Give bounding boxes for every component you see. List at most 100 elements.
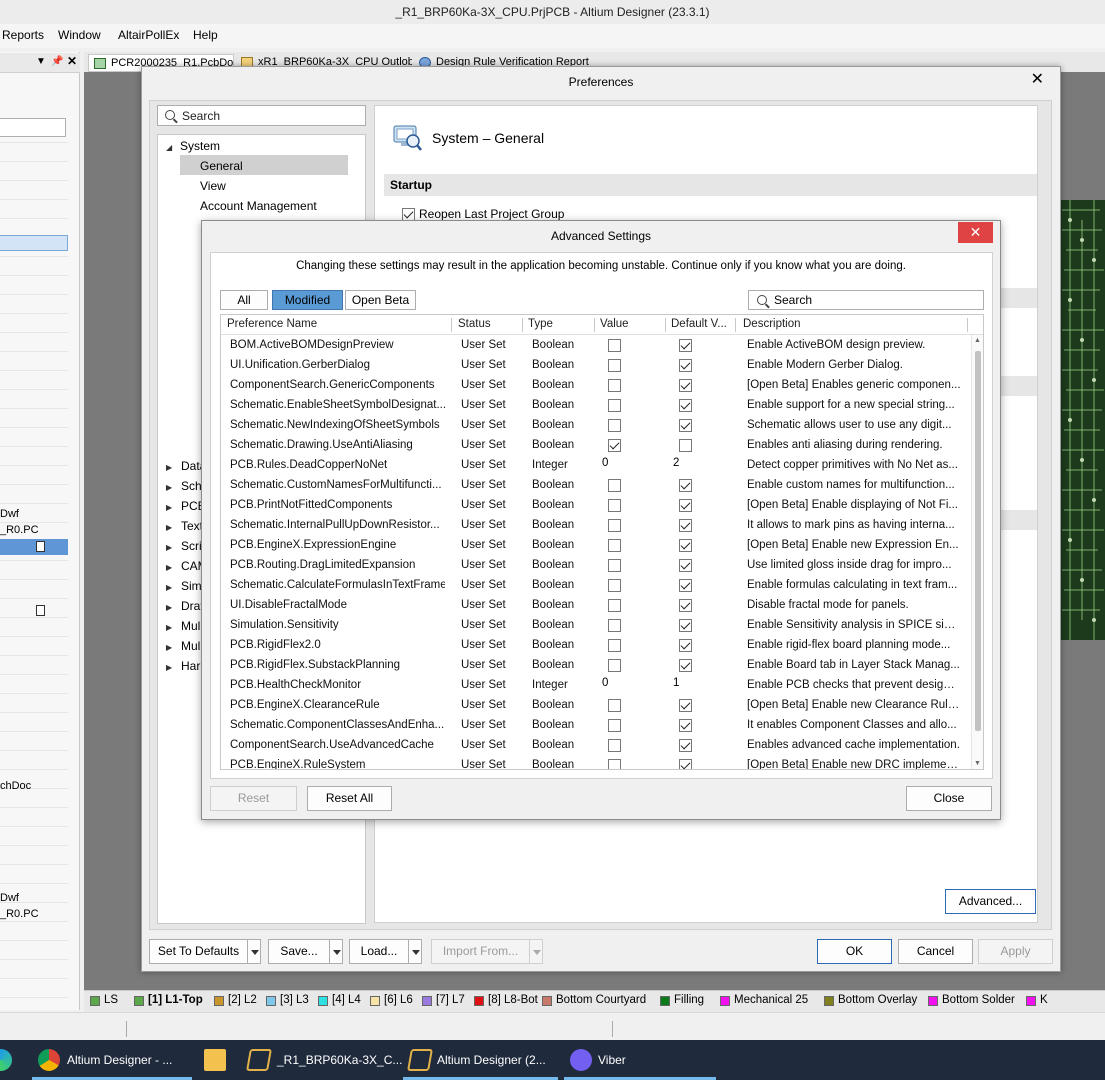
tree-collapsed-icon[interactable]: ▶ [166, 583, 172, 592]
default-value-checkbox[interactable] [679, 339, 692, 352]
default-value-checkbox[interactable] [679, 619, 692, 632]
table-row[interactable]: Simulation.Sensitivity User Set Boolean Ena… [221, 616, 971, 636]
column-divider[interactable] [522, 318, 523, 332]
load-dropdown[interactable] [408, 939, 422, 964]
value-checkbox[interactable] [608, 399, 621, 412]
ok-button[interactable]: OK [817, 939, 892, 964]
default-value-checkbox[interactable] [679, 699, 692, 712]
tree-collapsed-icon[interactable]: ▶ [166, 663, 172, 672]
layer-tab[interactable]: [7] L7 [420, 994, 465, 1011]
value-checkbox[interactable] [608, 659, 621, 672]
value-checkbox[interactable] [608, 539, 621, 552]
default-value-checkbox[interactable] [679, 379, 692, 392]
filter-open-beta[interactable]: Open Beta [345, 290, 416, 310]
reset-button[interactable]: Reset [210, 786, 297, 811]
value-checkbox[interactable] [608, 559, 621, 572]
value-checkbox[interactable] [608, 419, 621, 432]
menu-altairpollex[interactable]: AltairPollEx [118, 28, 179, 42]
layer-tab[interactable]: LS [88, 994, 118, 1011]
load-button[interactable]: Load... [349, 939, 409, 964]
default-value-checkbox[interactable] [679, 739, 692, 752]
table-row[interactable]: PCB.EngineX.ClearanceRule User Set Boolean… [221, 696, 971, 716]
default-value-checkbox[interactable] [679, 479, 692, 492]
layer-tab[interactable]: [4] L4 [316, 994, 361, 1011]
table-row[interactable]: Schematic.EnableSheetSymbolDesignat... Us… [221, 396, 971, 416]
panel-close-icon[interactable]: ✕ [67, 54, 77, 68]
tree-collapsed-icon[interactable]: ▶ [166, 503, 172, 512]
tree-collapsed-icon[interactable]: ▶ [166, 623, 172, 632]
default-value-checkbox[interactable] [679, 659, 692, 672]
column-header-description[interactable]: Description [743, 318, 801, 330]
vertical-scrollbar[interactable]: ▲ ▼ [971, 335, 983, 769]
table-row[interactable]: Schematic.Drawing.UseAntiAliasing User Se… [221, 436, 971, 456]
table-row[interactable]: Schematic.InternalPullUpDownResistor... U… [221, 516, 971, 536]
value-checkbox[interactable] [608, 579, 621, 592]
tree-item-multi-1[interactable]: Mul [181, 619, 200, 633]
value-checkbox[interactable] [608, 639, 621, 652]
table-row[interactable]: UI.DisableFractalMode User Set Boolean Disa… [221, 596, 971, 616]
taskbar-explorer[interactable] [200, 1040, 230, 1080]
default-value-checkbox[interactable] [679, 719, 692, 732]
value-checkbox[interactable] [608, 499, 621, 512]
tree-collapsed-icon[interactable]: ▶ [166, 643, 172, 652]
column-header-name[interactable]: Preference Name [227, 318, 317, 330]
layer-tab[interactable]: Mechanical 25 [718, 994, 808, 1011]
preferences-search-input[interactable]: Search [157, 105, 366, 126]
set-to-defaults-button[interactable]: Set To Defaults [149, 939, 248, 964]
layer-tab[interactable]: Filling [658, 994, 704, 1011]
filter-all[interactable]: All [220, 290, 268, 310]
tree-item-system[interactable]: System [180, 139, 220, 153]
table-row[interactable]: Schematic.CalculateFormulasInTextFrame Us… [221, 576, 971, 596]
preferences-close-icon[interactable]: ✕ [1031, 70, 1044, 90]
table-row[interactable]: PCB.HealthCheckMonitor User Set Integer 0 1 E… [221, 676, 971, 696]
layer-tab[interactable]: K [1024, 994, 1048, 1011]
import-from-dropdown[interactable] [529, 939, 543, 964]
taskbar-edge-icon[interactable] [0, 1040, 22, 1080]
panel-row-text[interactable]: _R0.PC [0, 524, 39, 536]
table-row[interactable]: Schematic.NewIndexingOfSheetSymbols User … [221, 416, 971, 436]
value-checkbox[interactable] [608, 719, 621, 732]
cancel-button[interactable]: Cancel [898, 939, 973, 964]
value-field[interactable]: 0 [602, 457, 608, 469]
column-header-value[interactable]: Value [600, 318, 629, 330]
panel-highlighted-row[interactable] [0, 539, 68, 555]
advanced-button[interactable]: Advanced... [945, 889, 1036, 914]
column-header-status[interactable]: Status [458, 318, 491, 330]
column-header-type[interactable]: Type [528, 318, 553, 330]
table-row[interactable]: PCB.RigidFlex2.0 User Set Boolean Enable ri… [221, 636, 971, 656]
tree-collapsed-icon[interactable]: ▶ [166, 563, 172, 572]
layer-tab[interactable]: [8] L8-Bot [472, 994, 538, 1011]
table-row[interactable]: Schematic.ComponentClassesAndEnha... User… [221, 716, 971, 736]
table-row[interactable]: PCB.Routing.DragLimitedExpansion User Set… [221, 556, 971, 576]
layer-tab[interactable]: [6] L6 [368, 994, 413, 1011]
default-value-checkbox[interactable] [679, 579, 692, 592]
import-from-button[interactable]: Import From... [431, 939, 530, 964]
value-checkbox[interactable] [608, 739, 621, 752]
table-row[interactable]: ComponentSearch.GenericComponents User Se… [221, 376, 971, 396]
table-row[interactable]: Schematic.CustomNamesForMultifuncti... Us… [221, 476, 971, 496]
tree-item-view[interactable]: View [200, 179, 226, 193]
tree-item-general[interactable]: General [200, 159, 243, 173]
tree-item-multi-2[interactable]: Mul [181, 639, 200, 653]
value-field[interactable]: 0 [602, 677, 608, 689]
panel-row-text[interactable]: _R0.PC [0, 908, 39, 920]
value-checkbox[interactable] [608, 339, 621, 352]
menu-reports[interactable]: Reports [2, 28, 44, 42]
panel-row-text[interactable]: Dwf [0, 892, 19, 904]
table-row[interactable]: BOM.ActiveBOMDesignPreview User Set Boolea… [221, 336, 971, 356]
tree-collapsed-icon[interactable]: ▶ [166, 523, 172, 532]
panel-row-text[interactable]: chDoc [0, 780, 31, 792]
panel-pin-icon[interactable]: 📌 [51, 56, 63, 67]
layer-tab[interactable]: Bottom Courtyard [540, 994, 646, 1011]
column-divider[interactable] [735, 318, 736, 332]
menu-window[interactable]: Window [58, 28, 101, 42]
tree-collapsed-icon[interactable]: ▶ [166, 603, 172, 612]
tree-collapsed-icon[interactable]: ▶ [166, 463, 172, 472]
table-row[interactable]: UI.Unification.GerberDialog User Set Boole… [221, 356, 971, 376]
save-button[interactable]: Save... [268, 939, 330, 964]
value-checkbox[interactable] [608, 619, 621, 632]
default-value-checkbox[interactable] [679, 519, 692, 532]
apply-button[interactable]: Apply [978, 939, 1053, 964]
table-row[interactable]: PCB.EngineX.RuleSystem User Set Boolean [Op… [221, 756, 971, 769]
column-header-default[interactable]: Default V... [671, 318, 727, 330]
